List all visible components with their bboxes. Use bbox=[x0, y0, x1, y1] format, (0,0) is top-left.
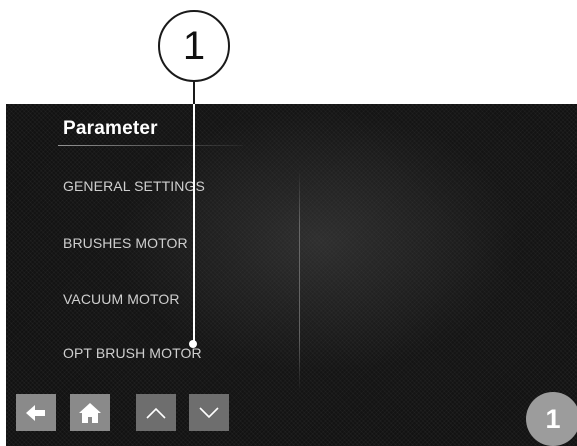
chevron-up-icon bbox=[146, 407, 166, 419]
home-icon bbox=[79, 402, 101, 423]
chevron-down-icon bbox=[199, 406, 219, 418]
callout-number-circle: 1 bbox=[158, 10, 230, 82]
menu-item-opt-brush-motor[interactable]: OPT BRUSH MOTOR bbox=[63, 345, 202, 361]
parameter-screen: Parameter GENERAL SETTINGS BRUSHES MOTOR… bbox=[6, 104, 577, 446]
callout-leader-line bbox=[193, 104, 195, 344]
back-button[interactable] bbox=[16, 394, 56, 431]
callout-number: 1 bbox=[182, 23, 206, 68]
callout-leader-dot bbox=[189, 340, 197, 348]
back-arrow-icon bbox=[26, 404, 45, 421]
title-divider bbox=[58, 145, 243, 146]
scroll-down-button[interactable] bbox=[189, 394, 229, 431]
step-number-badge: 1 bbox=[526, 392, 577, 446]
page-title: Parameter bbox=[63, 118, 158, 139]
vertical-divider bbox=[299, 170, 300, 392]
menu-item-brushes-motor[interactable]: BRUSHES MOTOR bbox=[63, 235, 188, 251]
step-number: 1 bbox=[545, 403, 561, 434]
scroll-up-button[interactable] bbox=[136, 394, 176, 431]
menu-item-general-settings[interactable]: GENERAL SETTINGS bbox=[63, 178, 205, 194]
menu-item-vacuum-motor[interactable]: VACUUM MOTOR bbox=[63, 291, 180, 307]
callout-leader-line-top bbox=[193, 81, 195, 104]
home-button[interactable] bbox=[70, 394, 110, 431]
